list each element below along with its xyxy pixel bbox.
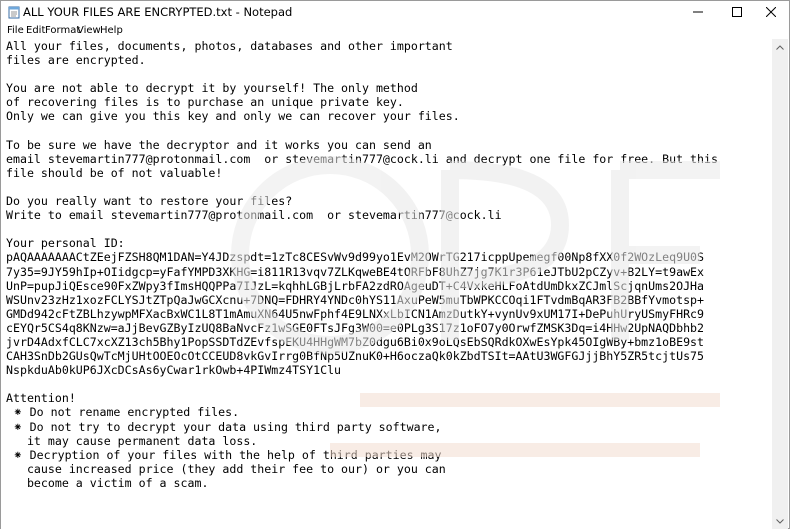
close-button[interactable]	[752, 1, 789, 23]
document-line: UnP=pupJiQEsce90FxZWpy3fImsHQQPPa7IJzL=k…	[6, 278, 705, 293]
scroll-up-button[interactable]	[772, 39, 788, 55]
menu-view[interactable]: View	[77, 25, 101, 36]
document-line: file should be of not valuable!	[6, 165, 223, 180]
text-editor[interactable]: All your files, documents, photos, datab…	[1, 39, 773, 529]
notepad-window: ALL YOUR FILES ARE ENCRYPTED.txt - Notep…	[0, 0, 790, 529]
maximize-button[interactable]	[718, 1, 755, 23]
document-line: ⁕ Do not rename encrypted files.	[6, 405, 240, 420]
document-line: email stevemartin777@protonmail.com or s…	[6, 151, 718, 166]
close-icon	[765, 7, 776, 17]
document-line: jvrD4AdxfCLC7xcXZ13ch5Bhy1PopSSDTdZEvfsp…	[6, 334, 705, 349]
document-line: of recovering files is to purchase an un…	[6, 95, 404, 110]
scroll-down-button[interactable]	[772, 513, 788, 529]
document-line: WSUnv23zHz1xozFCLYSJtZTpQaJwGCXcnu+7DNQ=…	[6, 292, 705, 307]
menu-edit[interactable]: Edit	[26, 25, 45, 36]
document-line: To be sure we have the decryptor and it …	[6, 137, 432, 152]
document-line: become a victim of a scam.	[6, 475, 209, 490]
menu-bar: File Edit Format View Help	[1, 23, 789, 39]
document-line: 7y35=9JY59hIp+OIidgcp=yFafYMPD3XKHG=i811…	[6, 264, 705, 279]
menu-help[interactable]: Help	[100, 25, 123, 36]
document-line: it may cause permanent data loss.	[6, 433, 258, 448]
document-line: Attention!	[6, 391, 76, 406]
document-line: Your personal ID:	[6, 236, 125, 251]
document-line: Only we can give you this key and only w…	[6, 109, 460, 124]
document-line: ⁕ Do not try to decrypt your data using …	[6, 419, 442, 434]
title-bar[interactable]: ALL YOUR FILES ARE ENCRYPTED.txt - Notep…	[1, 1, 789, 23]
document-text[interactable]: All your files, documents, photos, datab…	[6, 39, 718, 490]
minimize-button[interactable]	[679, 1, 716, 23]
menu-file[interactable]: File	[7, 25, 24, 36]
vertical-scrollbar[interactable]	[772, 39, 788, 529]
window-title: ALL YOUR FILES ARE ENCRYPTED.txt - Notep…	[23, 5, 293, 19]
document-line: files are encrypted.	[6, 53, 146, 68]
maximize-icon	[731, 7, 742, 17]
document-line: Do you really want to restore your files…	[6, 194, 293, 209]
chevron-up-icon	[776, 44, 784, 50]
menu-format[interactable]: Format	[45, 25, 80, 36]
chevron-down-icon	[776, 518, 784, 524]
document-line: CAH3SnDb2GUsQwTcMjUHtOOEOcOtCCEUD8vkGvIr…	[6, 349, 705, 364]
notepad-icon	[8, 6, 20, 19]
document-line: cEYQr5CS4q8KNzw=aJjBevGZByIzUQ8BaNvcFz1w…	[6, 320, 705, 335]
document-line: Write to email stevemartin777@protonmail…	[6, 208, 502, 223]
minimize-icon	[692, 11, 703, 13]
document-line: You are not able to decrypt it by yourse…	[6, 81, 418, 96]
document-line: ⁕ Decryption of your files with the help…	[6, 447, 442, 462]
document-line: GMDd942cFtZBLhzywpMFXacBxWC1L8T1mAmuXN64…	[6, 306, 705, 321]
document-line: pAQAAAAAAACtZEejFZSH8QM1DAN=Y4JDzspdt=1z…	[6, 250, 705, 265]
document-line: NspkduAb0kUP6JXcDCsAs6yCwar1rkOwb+4PIWmz…	[6, 363, 342, 378]
document-line: cause increased price (they add their fe…	[6, 461, 446, 476]
document-line: All your files, documents, photos, datab…	[6, 39, 453, 53]
